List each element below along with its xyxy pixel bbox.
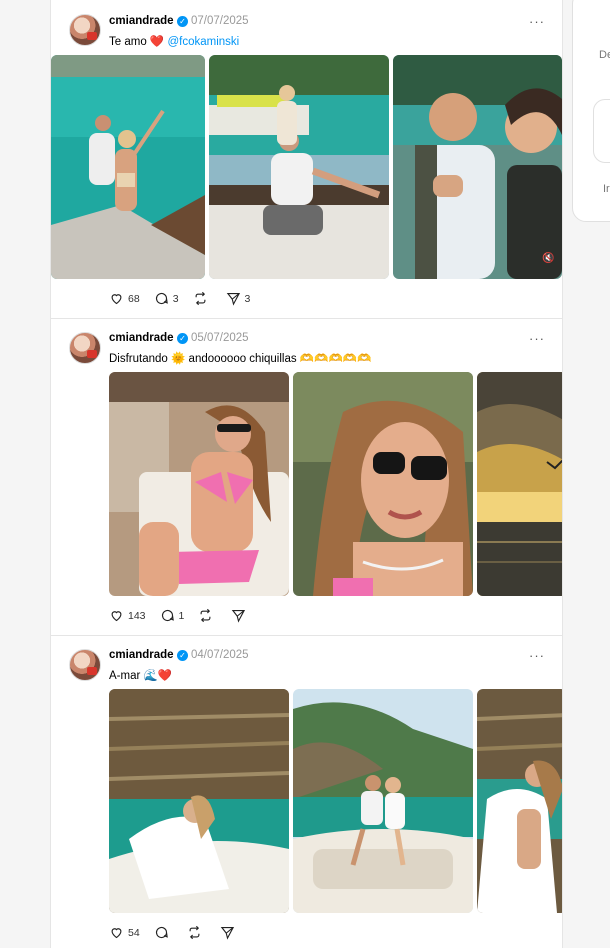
post-photo[interactable]: 🔇 — [393, 55, 562, 279]
feed-column: cmiandrade ✓ 07/07/2025 ··· Te amo ❤️ @f… — [50, 0, 563, 948]
repost-icon — [189, 925, 200, 940]
boat-couple-photo — [51, 55, 205, 279]
comment-icon — [155, 926, 168, 939]
share-icon — [220, 926, 234, 940]
share-button[interactable] — [231, 608, 250, 623]
post-photo[interactable] — [209, 55, 389, 279]
post-photo[interactable] — [293, 689, 473, 913]
share-button[interactable] — [220, 925, 239, 940]
repost-button[interactable] — [198, 608, 217, 623]
verified-badge-icon: ✓ — [177, 650, 188, 661]
more-options-icon[interactable]: ··· — [529, 14, 545, 29]
post-photo[interactable] — [477, 689, 562, 913]
heart-emoji: ❤️ — [149, 36, 165, 48]
post-date[interactable]: 05/07/2025 — [191, 332, 249, 344]
post-actions: 54 — [109, 925, 253, 940]
heart-icon — [111, 294, 122, 305]
verified-badge-icon: ✓ — [177, 16, 188, 27]
wave-emoji: 🌊 — [143, 670, 158, 682]
post-photo[interactable] — [51, 55, 205, 279]
comment-icon — [155, 292, 168, 305]
repost-icon — [200, 608, 211, 623]
heart-icon — [111, 928, 122, 939]
repost-button[interactable] — [187, 925, 206, 940]
comment-icon — [161, 609, 174, 622]
more-options-icon[interactable]: ··· — [529, 648, 545, 663]
like-count: 68 — [128, 292, 140, 305]
right-panel-label-bottom: Ir — [603, 183, 610, 195]
post-caption: A-mar 🌊❤️ — [109, 668, 172, 682]
bikini-pose-photo — [109, 372, 289, 596]
post-date[interactable]: 07/07/2025 — [191, 15, 249, 27]
comment-count: 1 — [178, 609, 185, 622]
post: cmiandrade ✓ 07/07/2025 ··· Te amo ❤️ @f… — [51, 0, 562, 319]
like-button[interactable]: 54 — [109, 925, 140, 940]
post-date[interactable]: 04/07/2025 — [191, 649, 249, 661]
caption-mention-link[interactable]: @fcokaminski — [167, 36, 239, 48]
caption-text: Te amo — [109, 36, 147, 48]
sun-emoji: 🌞 — [171, 353, 186, 365]
post-username[interactable]: cmiandrade — [109, 649, 174, 661]
repost-icon — [195, 291, 205, 306]
post-caption: Disfrutando 🌞 andoooooo chiquillas 🫶🫶🫶🫶🫶 — [109, 351, 371, 365]
verified-badge-icon: ✓ — [177, 333, 188, 344]
post-photo[interactable] — [293, 372, 473, 596]
couple-selfie-video — [393, 55, 562, 279]
share-count: 3 — [244, 292, 251, 305]
avatar[interactable] — [69, 332, 101, 364]
post-actions: 143 1 — [109, 608, 264, 623]
post: cmiandrade ✓ 05/07/2025 ··· Disfrutando … — [51, 318, 562, 636]
right-panel-label-top: De — [599, 49, 610, 61]
like-count: 143 — [128, 609, 146, 622]
post-username[interactable]: cmiandrade — [109, 332, 174, 344]
muted-audio-icon[interactable]: 🔇 — [542, 253, 554, 265]
comment-button[interactable]: 1 — [160, 608, 185, 623]
comment-button[interactable]: 3 — [154, 291, 179, 306]
right-panel-box[interactable] — [593, 99, 610, 163]
heart-icon — [111, 611, 122, 622]
repost-button[interactable] — [193, 291, 212, 306]
post-photo[interactable] — [477, 372, 562, 596]
heart-emoji: ❤️ — [157, 670, 173, 682]
comment-count: 3 — [172, 292, 179, 305]
post-actions: 68 3 3 — [109, 291, 264, 306]
boat-cliffs-photo — [109, 689, 289, 913]
caption-text: A-mar — [109, 670, 141, 682]
post-photo[interactable] — [109, 372, 289, 596]
white-shirt-cliffs-photo — [477, 689, 562, 913]
boat-couple-bay-photo — [293, 689, 473, 913]
caption-text: Disfrutando — [109, 353, 168, 365]
boat-couple-seated-photo — [209, 55, 389, 279]
sunset-sea-photo — [477, 372, 562, 596]
like-button[interactable]: 68 — [109, 291, 140, 306]
comment-button[interactable] — [154, 925, 173, 940]
post-photo[interactable] — [109, 689, 289, 913]
post: cmiandrade ✓ 04/07/2025 ··· A-mar 🌊❤️ 54 — [51, 635, 562, 948]
share-icon — [226, 292, 240, 306]
sunglasses-closeup-photo — [293, 372, 473, 596]
caption-rest: andoooooo chiquillas 🫶🫶🫶🫶🫶 — [188, 353, 372, 365]
post-caption: Te amo ❤️ @fcokaminski — [109, 34, 239, 48]
avatar[interactable] — [69, 649, 101, 681]
like-count: 54 — [128, 926, 140, 939]
like-button[interactable]: 143 — [109, 608, 146, 623]
avatar[interactable] — [69, 14, 101, 46]
share-button[interactable]: 3 — [226, 291, 251, 306]
right-panel: De Ir — [572, 0, 610, 222]
more-options-icon[interactable]: ··· — [529, 331, 545, 346]
share-icon — [232, 609, 246, 623]
post-username[interactable]: cmiandrade — [109, 15, 174, 27]
